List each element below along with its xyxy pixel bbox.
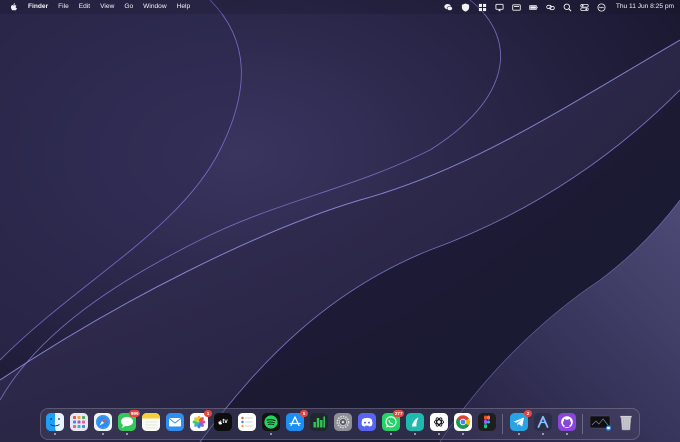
messages-badge: 999: [129, 410, 140, 417]
github-desktop-running-dot: [566, 433, 568, 435]
menu-file[interactable]: File: [58, 0, 69, 14]
menu-bar: Finder File Edit View Go Window Help Thu…: [0, 0, 680, 14]
chrome-icon[interactable]: [454, 413, 472, 431]
broadcast-icon[interactable]: [495, 3, 504, 12]
photos-badge: 1: [204, 410, 212, 417]
safari-icon[interactable]: [94, 413, 112, 431]
figma-icon[interactable]: [478, 413, 496, 431]
whatsapp-icon[interactable]: 277: [382, 410, 404, 431]
chatgpt-icon[interactable]: [430, 413, 448, 431]
messages-icon[interactable]: 999: [118, 410, 140, 431]
discord-icon[interactable]: [358, 413, 376, 431]
menu-edit[interactable]: Edit: [79, 0, 90, 14]
siri-icon[interactable]: [597, 2, 606, 12]
minimized-window-thumbnail[interactable]: [590, 413, 612, 431]
surfshark-icon[interactable]: [406, 413, 424, 431]
dock: 999 1 tv 5 277 2: [40, 408, 640, 440]
app-store-icon[interactable]: 5: [286, 410, 308, 431]
arc-linear-icon[interactable]: [534, 413, 552, 431]
notes-icon[interactable]: [142, 413, 160, 431]
apple-tv-icon[interactable]: tv: [214, 413, 232, 431]
menu-window[interactable]: Window: [143, 0, 166, 14]
menu-view[interactable]: View: [100, 0, 114, 14]
app-menu-finder[interactable]: Finder: [28, 0, 48, 14]
whatsapp-badge: 277: [393, 410, 404, 417]
desktop-wallpaper: [0, 0, 680, 442]
chatgpt-running-dot: [438, 433, 440, 435]
search-icon[interactable]: [563, 3, 572, 12]
photos-icon[interactable]: 1: [190, 410, 212, 431]
launchpad-icon[interactable]: [70, 413, 88, 431]
github-desktop-icon[interactable]: [558, 413, 576, 431]
mail-icon[interactable]: [166, 413, 184, 431]
dock-separator-right: [582, 414, 583, 434]
trash-icon[interactable]: [617, 413, 635, 431]
apple-menu-icon[interactable]: [8, 0, 18, 14]
battery-icon[interactable]: [528, 3, 538, 12]
system-settings-icon[interactable]: [334, 413, 352, 431]
grid-icon[interactable]: [478, 3, 487, 12]
safari-running-dot: [102, 433, 104, 435]
chrome-running-dot: [462, 433, 464, 435]
telegram-icon[interactable]: 2: [510, 410, 532, 431]
control-center-icon[interactable]: [580, 3, 589, 12]
apple-tv-label: tv: [222, 419, 228, 425]
display-icon[interactable]: [512, 3, 521, 12]
menu-help[interactable]: Help: [177, 0, 191, 14]
link-icon[interactable]: [546, 3, 555, 12]
surfshark-running-dot: [414, 433, 416, 435]
app-store-badge: 5: [300, 410, 308, 417]
numbers-icon[interactable]: [310, 413, 328, 431]
arc-linear-running-dot: [542, 433, 544, 435]
finder-running-dot: [54, 433, 56, 435]
shield-icon[interactable]: [461, 3, 470, 12]
telegram-running-dot: [518, 433, 520, 435]
reminders-icon[interactable]: [238, 413, 256, 431]
wechat-icon[interactable]: [444, 3, 453, 12]
menu-bar-clock[interactable]: Thu 11 Jun 8:25 pm: [616, 0, 674, 14]
dock-separator: [502, 414, 503, 434]
spotify-running-dot: [270, 433, 272, 435]
spotify-icon[interactable]: [262, 413, 280, 431]
telegram-badge: 2: [524, 410, 532, 417]
whatsapp-running-dot: [390, 433, 392, 435]
menu-go[interactable]: Go: [124, 0, 133, 14]
messages-running-dot: [126, 433, 128, 435]
finder-icon[interactable]: [46, 413, 64, 431]
